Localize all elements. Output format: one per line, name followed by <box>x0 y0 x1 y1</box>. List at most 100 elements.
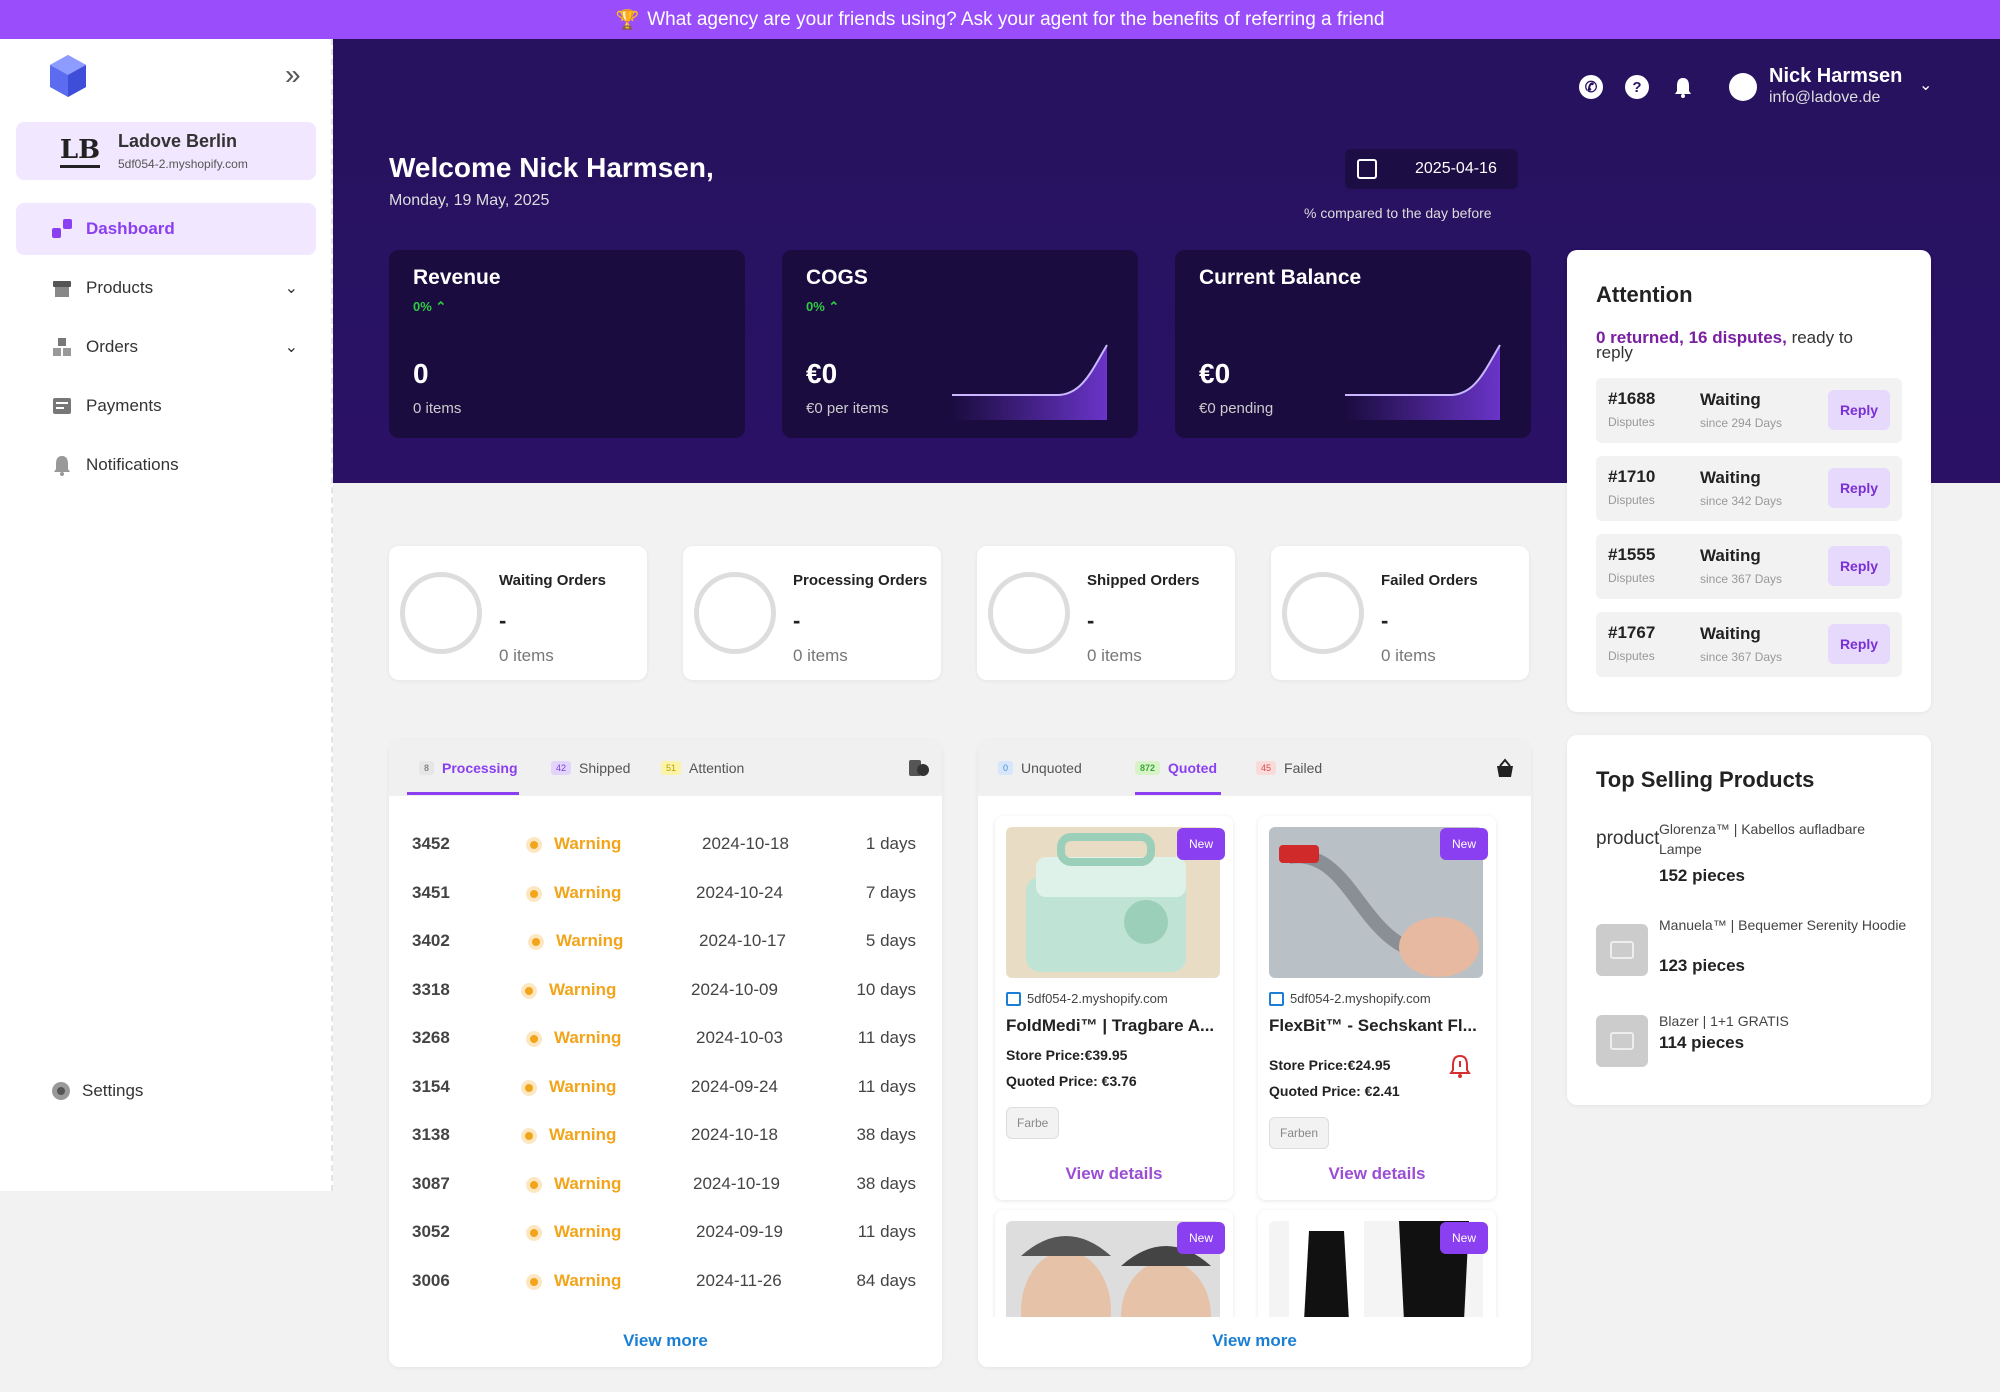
alert-bell-icon[interactable] <box>1449 1054 1471 1078</box>
table-row[interactable]: 3006 Warning 2024-11-26 84 days <box>389 1257 939 1305</box>
dispute-category: Disputes <box>1608 649 1655 663</box>
table-row[interactable]: 3451 Warning 2024-10-24 7 days <box>389 869 939 917</box>
order-age: 1 days <box>865 834 916 853</box>
top-product-qty: 152 pieces <box>1659 866 1746 885</box>
dispute-category: Disputes <box>1608 415 1655 429</box>
product-card[interactable]: New 5df054-2.myshopify.com FlexBit™ - Se… <box>1258 816 1496 1200</box>
tab-failed[interactable]: 45 Failed <box>1256 760 1322 776</box>
sidebar-item-products[interactable]: Products ⌄ <box>16 262 316 314</box>
order-card-title: Waiting Orders <box>499 572 606 589</box>
order-date: 2024-10-19 <box>693 1173 780 1193</box>
tab-unquoted[interactable]: 0 Unquoted <box>998 760 1082 776</box>
order-id: 3154 <box>412 1076 450 1096</box>
table-row[interactable]: 3052 Warning 2024-09-19 11 days <box>389 1208 939 1256</box>
top-product-item[interactable]: Blazer | 1+1 GRATIS 114 pieces <box>1596 1007 1916 1067</box>
warning-status-icon <box>526 1273 542 1290</box>
order-card-sub: 0 items <box>1381 646 1436 665</box>
tab-processing[interactable]: 8 Processing <box>419 760 518 776</box>
order-age: 5 days <box>865 931 916 950</box>
sidebar-item-notifications[interactable]: Notifications <box>16 439 316 491</box>
view-details-link[interactable]: View details <box>1258 1164 1496 1184</box>
sidebar-item-payments[interactable]: Payments <box>16 380 316 432</box>
stat-card-cogs: COGS 0% ⌃ €0 €0 per items <box>782 250 1138 438</box>
store-switcher[interactable]: LB Ladove Berlin 5df054-2.myshopify.com <box>16 122 316 180</box>
arrow-up-icon: ⌃ <box>828 299 840 314</box>
tab-quoted[interactable]: 872 Quoted <box>1135 760 1217 776</box>
compare-note: % compared to the day before <box>1304 205 1492 221</box>
basket-icon[interactable] <box>1495 758 1515 778</box>
top-product-item[interactable]: Manuela™ | Bequemer Serenity Hoodie 123 … <box>1596 916 1916 986</box>
order-id: 3138 <box>412 1125 450 1144</box>
order-age: 11 days <box>857 1222 916 1241</box>
notifications-icon <box>51 454 73 476</box>
app-logo[interactable] <box>46 53 90 101</box>
top-product-item[interactable]: product Glorenza™ | Kabellos aufladbare … <box>1596 820 1916 890</box>
product-shop: 5df054-2.myshopify.com <box>1269 991 1431 1006</box>
chevron-down-icon[interactable]: ⌄ <box>1919 75 1932 95</box>
order-card-value: - <box>499 608 507 633</box>
chevron-down-icon[interactable]: ⌄ <box>285 337 298 357</box>
bell-icon[interactable] <box>1671 75 1695 99</box>
quotes-panel: 0 Unquoted 872 Quoted 45 Failed New 5df0… <box>978 740 1531 1367</box>
order-id: 3087 <box>412 1173 450 1193</box>
table-row[interactable]: 3154 Warning 2024-09-24 11 days <box>389 1063 939 1111</box>
table-row[interactable]: 3268 Warning 2024-10-03 11 days <box>389 1014 939 1062</box>
table-row[interactable]: 3087 Warning 2024-10-19 38 days <box>389 1160 939 1208</box>
store-logo: LB <box>60 134 100 168</box>
reply-button[interactable]: Reply <box>1828 390 1890 430</box>
order-card-shipped[interactable]: Shipped Orders - 0 items <box>977 546 1235 680</box>
tab-count-badge: 51 <box>661 761 682 775</box>
sidebar-item-orders[interactable]: Orders ⌄ <box>16 321 316 373</box>
dispute-since: since 342 Days <box>1700 494 1783 508</box>
product-title: FoldMedi™ | Tragbare A... <box>1006 1016 1215 1035</box>
tab-attention[interactable]: 51 Attention <box>661 760 744 776</box>
progress-ring <box>988 572 1070 654</box>
table-row[interactable]: 3138 Warning 2024-10-18 38 days <box>389 1111 939 1159</box>
top-product-qty: 123 pieces <box>1659 956 1746 975</box>
sidebar-item-dashboard[interactable]: Dashboard <box>16 203 316 255</box>
settings-label: Settings <box>82 1081 144 1100</box>
reply-button[interactable]: Reply <box>1828 624 1890 664</box>
attention-summary: 0 returned, 16 disputes, ready to reply <box>1596 328 1853 362</box>
reply-button[interactable]: Reply <box>1828 546 1890 586</box>
reply-button[interactable]: Reply <box>1828 468 1890 508</box>
active-tab-indicator <box>407 792 519 795</box>
payments-icon <box>51 395 73 417</box>
sidebar-item-label: Notifications <box>86 455 179 474</box>
order-card-waiting[interactable]: Waiting Orders - 0 items <box>389 546 647 680</box>
quotes-view-more-link[interactable]: View more <box>978 1331 1531 1351</box>
stat-sub: €0 per items <box>806 400 889 417</box>
active-tab-indicator <box>1135 792 1221 795</box>
stat-card-balance: Current Balance €0 €0 pending <box>1175 250 1531 438</box>
table-row[interactable]: 3452 Warning 2024-10-18 1 days <box>389 820 939 868</box>
chevron-down-icon[interactable]: ⌄ <box>285 278 298 298</box>
top-selling-title: Top Selling Products <box>1596 767 1815 792</box>
warning-status-icon <box>526 837 542 853</box>
order-card-value: - <box>1381 608 1389 633</box>
date-picker[interactable]: 2025-04-16 <box>1345 149 1518 189</box>
user-menu[interactable]: Nick Harmsen info@ladove.de ⌄ <box>1729 65 1949 111</box>
order-card-failed[interactable]: Failed Orders - 0 items <box>1271 546 1529 680</box>
orders-view-more-link[interactable]: View more <box>389 1331 942 1351</box>
order-card-processing[interactable]: Processing Orders - 0 items <box>683 546 941 680</box>
order-status: Warning <box>549 1076 617 1096</box>
tab-count-badge: 42 <box>551 761 572 775</box>
tab-shipped[interactable]: 42 Shipped <box>551 760 630 776</box>
date-picker-value: 2025-04-16 <box>1415 160 1497 177</box>
table-row[interactable]: 3402 Warning 2024-10-17 5 days <box>389 917 939 965</box>
tab-count-badge: 45 <box>1256 761 1277 775</box>
dispute-status: Waiting <box>1700 546 1761 565</box>
order-card-value: - <box>1087 608 1095 633</box>
dispute-category: Disputes <box>1608 571 1655 585</box>
whatsapp-icon[interactable]: ✆ <box>1579 75 1603 99</box>
help-icon[interactable]: ? <box>1625 75 1649 99</box>
view-details-link[interactable]: View details <box>995 1164 1233 1184</box>
product-card[interactable]: New 5df054-2.myshopify.com FoldMedi™ | T… <box>995 816 1233 1200</box>
collapse-sidebar-icon[interactable]: » <box>285 61 301 89</box>
product-title: FlexBit™ - Sechskant Fl... <box>1269 1016 1477 1035</box>
sidebar-item-settings[interactable]: Settings <box>50 1080 143 1102</box>
filter-icon[interactable] <box>908 758 930 778</box>
store-icon <box>1006 991 1021 1006</box>
referral-banner[interactable]: 🏆 What agency are your friends using? As… <box>0 0 2000 39</box>
table-row[interactable]: 3318 Warning 2024-10-09 10 days <box>389 966 939 1014</box>
